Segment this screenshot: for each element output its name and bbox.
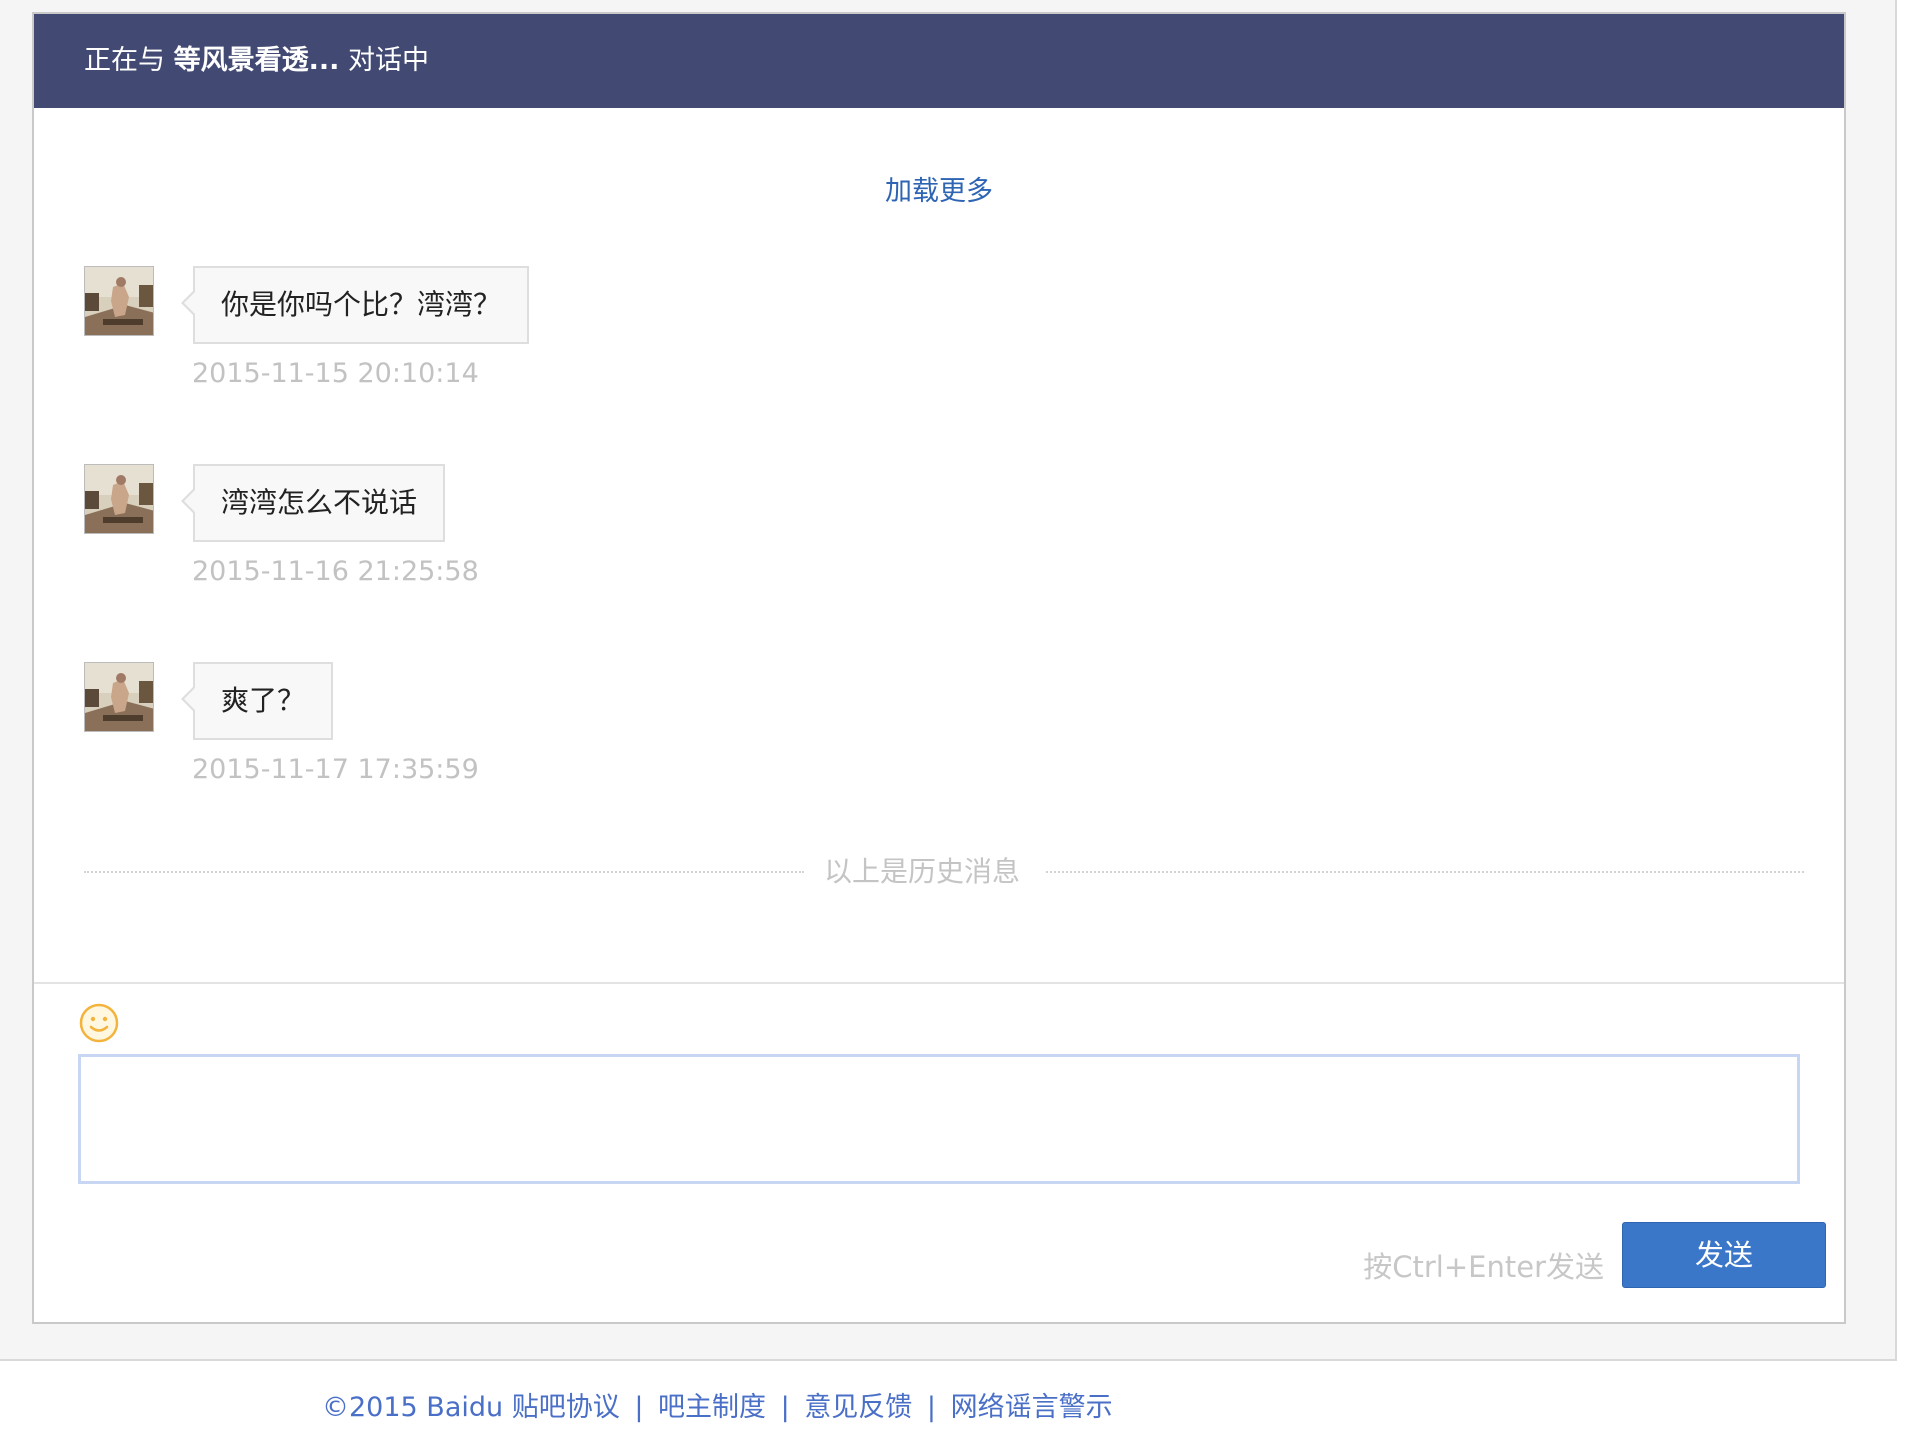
avatar-image	[85, 663, 153, 731]
footer-separator: |	[926, 1392, 937, 1423]
footer-link-moderator-rules[interactable]: 吧主制度	[658, 1392, 766, 1423]
footer-link-rumor-warning[interactable]: 网络谣言警示	[951, 1392, 1113, 1423]
divider-dots-right	[1046, 871, 1804, 873]
history-divider: 以上是历史消息	[84, 854, 1804, 890]
composer-divider	[34, 982, 1844, 984]
send-shortcut-hint: 按Ctrl+Enter发送	[1363, 1250, 1604, 1284]
avatar-image	[85, 267, 153, 335]
send-button[interactable]: 发送	[1622, 1222, 1826, 1288]
partner-name[interactable]: 等风景看透...	[174, 45, 340, 76]
smiley-icon[interactable]	[78, 1002, 120, 1044]
footer-separator: |	[780, 1392, 790, 1423]
message-bubble: 你是你吗个比？湾湾？	[180, 266, 530, 344]
page-background: 正在与 等风景看透... 对话中 加载更多 你是你吗个比？湾湾？ 2015-11…	[0, 0, 1897, 1361]
message-time: 2015-11-15 20:10:14	[192, 358, 479, 389]
load-more-link[interactable]: 加载更多	[34, 169, 1844, 208]
divider-dots-left	[84, 871, 804, 873]
message-time: 2015-11-17 17:35:59	[192, 754, 479, 785]
avatar[interactable]	[84, 662, 154, 732]
chat-dialog: 正在与 等风景看透... 对话中 加载更多 你是你吗个比？湾湾？ 2015-11…	[32, 12, 1846, 1324]
footer-copyright: ©2015 Baidu	[322, 1392, 504, 1423]
footer-link-feedback[interactable]: 意见反馈	[804, 1392, 912, 1423]
footer: ©2015 Baidu 贴吧协议 | 吧主制度 | 意见反馈 | 网络谣言警示	[322, 1385, 1113, 1424]
history-label: 以上是历史消息	[824, 855, 1021, 888]
footer-link-agreement[interactable]: 贴吧协议	[512, 1392, 620, 1423]
chat-header: 正在与 等风景看透... 对话中	[34, 14, 1844, 108]
avatar[interactable]	[84, 266, 154, 336]
avatar-image	[85, 465, 153, 533]
message-bubble: 爽了？	[180, 662, 334, 740]
message-input[interactable]	[78, 1054, 1800, 1184]
header-suffix: 对话中	[339, 45, 429, 76]
header-prefix: 正在与	[84, 45, 174, 76]
message-bubble: 湾湾怎么不说话	[180, 464, 446, 542]
footer-separator: |	[634, 1392, 644, 1423]
message-time: 2015-11-16 21:25:58	[192, 556, 479, 587]
avatar[interactable]	[84, 464, 154, 534]
